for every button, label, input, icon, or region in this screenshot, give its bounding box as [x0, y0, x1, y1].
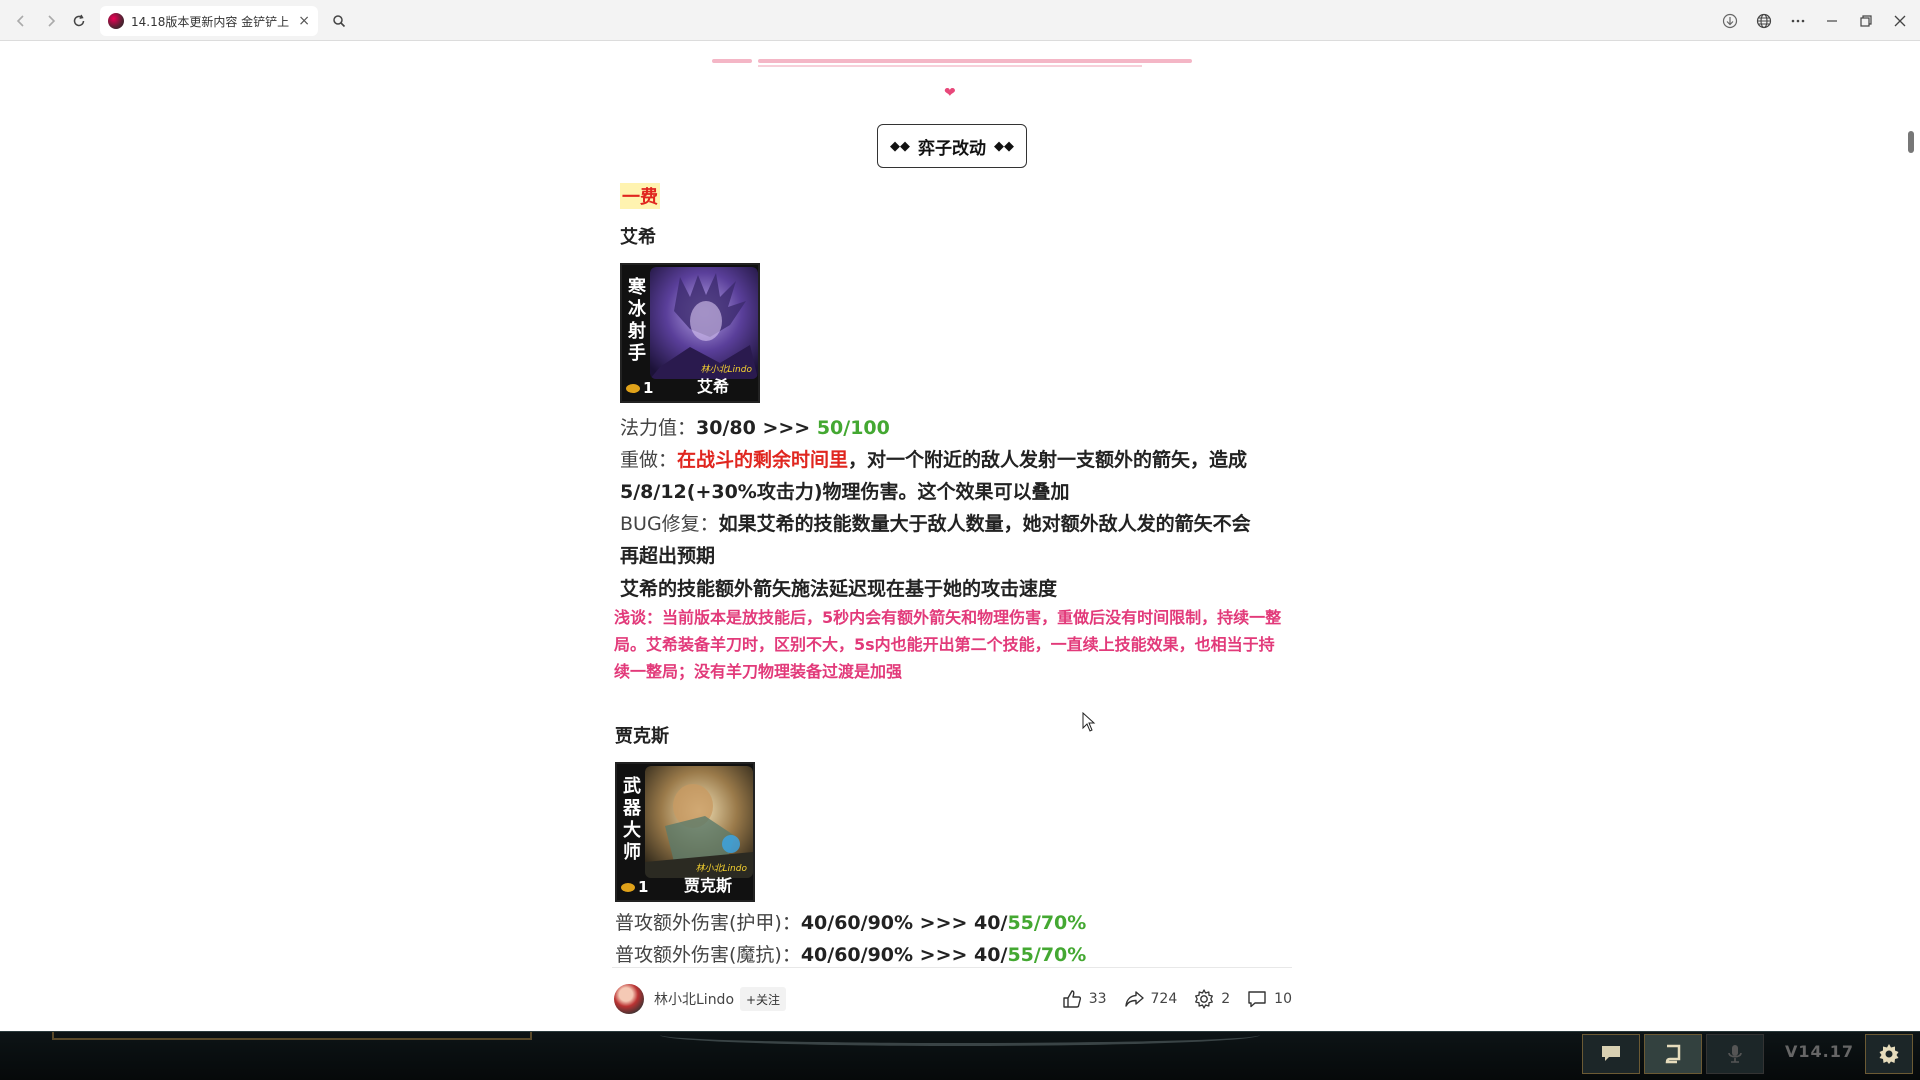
- tab-close-icon[interactable]: ×: [298, 13, 310, 29]
- reload-icon[interactable]: [64, 6, 94, 36]
- chat-button[interactable]: [1582, 1034, 1640, 1074]
- search-icon[interactable]: [326, 6, 352, 36]
- site-favicon-icon: [108, 13, 124, 29]
- bugfix-line: BUG修复：如果艾希的技能数量大于敌人数量，她对额外敌人发的箭矢不会: [620, 513, 1251, 535]
- restore-icon[interactable]: [1852, 7, 1880, 35]
- diamond-icon: ◆◆: [994, 138, 1014, 154]
- browser-tab[interactable]: 14.18版本更新内容 金铲铲上 ×: [100, 6, 318, 36]
- gift-button[interactable]: 2: [1193, 988, 1230, 1010]
- coin-icon: [621, 882, 635, 892]
- mana-stat: 法力值：30/80 >>> 50/100: [620, 417, 890, 439]
- champion-name: 艾希: [620, 227, 656, 248]
- champion-card-name: 艾希: [696, 377, 729, 396]
- avatar[interactable]: [614, 984, 644, 1014]
- more-icon[interactable]: [1784, 7, 1812, 35]
- thumbs-up-icon: [1062, 990, 1081, 1008]
- commentary-text: 浅谈：当前版本是放技能后，5秒内会有额外箭矢和物理伤害，重做后没有时间限制，持续…: [614, 608, 1282, 681]
- forward-icon[interactable]: [36, 6, 66, 36]
- section-title-text: 弈子改动: [918, 138, 986, 159]
- like-button[interactable]: 33: [1061, 988, 1107, 1010]
- missions-button[interactable]: [1644, 1034, 1702, 1074]
- back-icon[interactable]: [6, 6, 36, 36]
- settings-icon: [1195, 989, 1214, 1009]
- coin-icon: [626, 383, 640, 393]
- share-count: 724: [1150, 991, 1178, 1007]
- game-client-bar: V14.17: [0, 1031, 1920, 1080]
- note-line: 艾希的技能额外箭矢施法延迟现在基于她的攻击速度: [620, 578, 1058, 600]
- game-frame: [52, 1032, 532, 1040]
- game-settings-button[interactable]: [1865, 1034, 1913, 1074]
- share-icon: [1124, 991, 1144, 1007]
- download-icon[interactable]: [1716, 7, 1744, 35]
- diamond-icon: ◆◆: [890, 138, 910, 154]
- comment-button[interactable]: 10: [1246, 988, 1292, 1010]
- champion-card-name: 贾克斯: [683, 876, 732, 895]
- champion-name: 贾克斯: [615, 726, 669, 747]
- close-window-icon[interactable]: [1886, 7, 1914, 35]
- author-name[interactable]: 林小北Lindo: [654, 989, 734, 1009]
- author-bar: 林小北Lindo +关注 33 724 2 10: [612, 967, 1292, 1031]
- scrollbar-thumb[interactable]: [1908, 131, 1914, 153]
- follow-button[interactable]: +关注: [740, 987, 787, 1011]
- voice-button[interactable]: [1706, 1034, 1764, 1074]
- game-arc: [660, 1024, 1260, 1046]
- game-version: V14.17: [1785, 1042, 1854, 1061]
- armor-damage-stat: 普攻额外伤害(护甲)：40/60/90% >>> 40/55/70%: [615, 912, 1087, 934]
- tab-title: 14.18版本更新内容 金铲铲上: [131, 14, 290, 29]
- comment-count: 10: [1274, 991, 1292, 1007]
- chat-icon: [1602, 1046, 1620, 1061]
- minimize-icon[interactable]: [1818, 7, 1846, 35]
- heart-icon: ❤: [944, 85, 956, 101]
- champion-card: 寒 冰 射 手 林小北Lindo 1 艾希: [620, 263, 760, 403]
- browser-toolbar: 14.18版本更新内容 金铲铲上 ×: [0, 0, 1920, 41]
- mouse-cursor-icon: [1082, 712, 1096, 732]
- scroll-icon: [1665, 1044, 1681, 1064]
- page-content: ❤ ◆◆ 弈子改动 ◆◆ 一费 艾希 寒 冰 射 手 林小北Lindo 1 艾希…: [0, 41, 1920, 1031]
- like-count: 33: [1088, 991, 1107, 1007]
- comment-icon: [1248, 991, 1266, 1008]
- champion-cost: 1: [626, 379, 653, 397]
- gift-count: 2: [1221, 991, 1231, 1007]
- rework-line: 重做：在战斗的剩余时间里，对一个附近的敌人发射一支额外的箭矢，造成: [620, 449, 1248, 471]
- champion-trait-title: 武 器 大 师: [623, 776, 641, 863]
- section-title: ◆◆ 弈子改动 ◆◆: [877, 124, 1027, 168]
- share-button[interactable]: 724: [1123, 988, 1178, 1010]
- rework-line-2: 5/8/12(+30%攻击力)物理伤害。这个效果可以叠加: [620, 481, 1070, 503]
- bugfix-line-2: 再超出预期: [620, 545, 716, 567]
- tier-label: 一费: [620, 183, 660, 209]
- gear-icon: [1879, 1044, 1899, 1064]
- globe-icon[interactable]: [1750, 7, 1778, 35]
- decorative-divider: [712, 59, 1192, 69]
- microphone-icon: [1728, 1045, 1742, 1063]
- champion-trait-title: 寒 冰 射 手: [628, 277, 646, 364]
- champion-cost: 1: [621, 878, 648, 896]
- champion-card: 武 器 大 师 林小北Lindo 1 贾克斯: [615, 762, 755, 902]
